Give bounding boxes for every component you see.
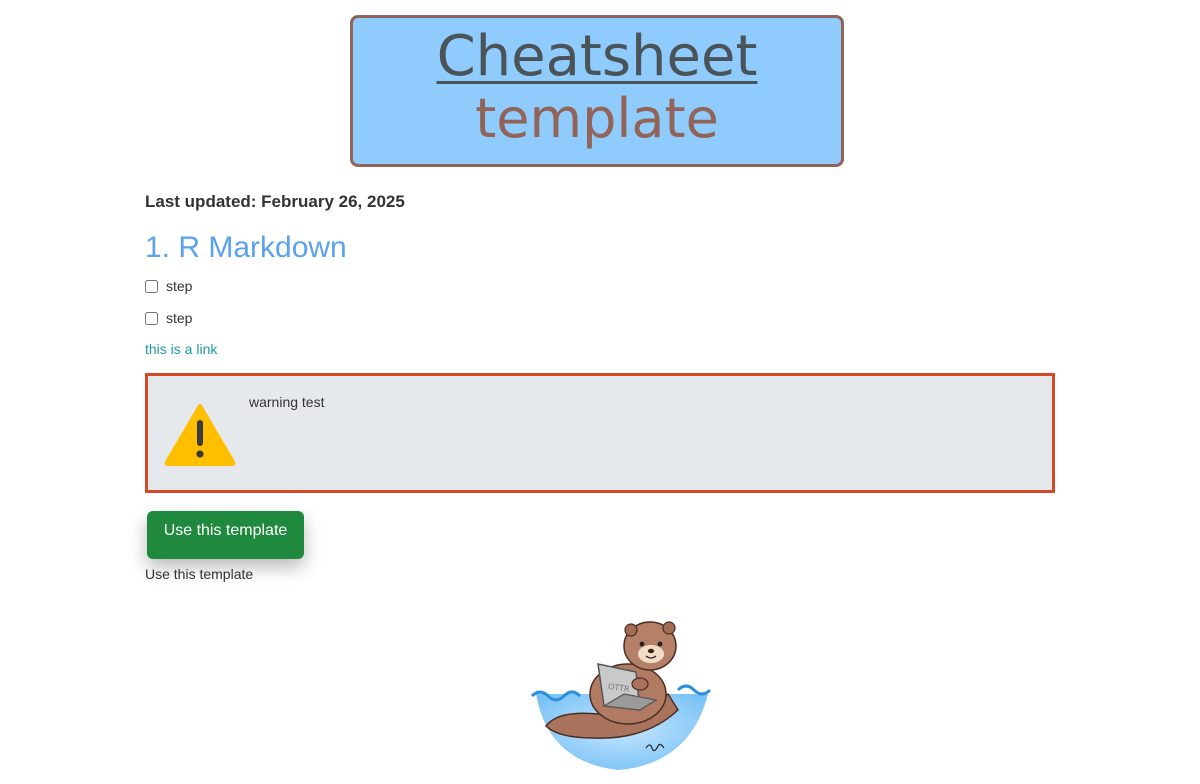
title-subtitle: template bbox=[475, 87, 719, 150]
example-link[interactable]: this is a link bbox=[145, 341, 217, 357]
otter-illustration: OTTR bbox=[530, 621, 712, 770]
warning-icon bbox=[164, 404, 236, 466]
step-checkbox-2[interactable] bbox=[145, 311, 158, 325]
warning-callout: warning test bbox=[145, 373, 1055, 493]
warning-text: warning test bbox=[249, 394, 325, 410]
section-heading: 1. R Markdown bbox=[145, 231, 347, 264]
step-label-2: step bbox=[166, 310, 193, 326]
step-label-1: step bbox=[166, 278, 193, 294]
use-template-caption: Use this template bbox=[145, 566, 254, 582]
use-template-button[interactable]: Use this template bbox=[147, 511, 304, 559]
page: Cheatsheet template Last updated: Februa… bbox=[0, 0, 1200, 784]
checklist-item-1[interactable]: step bbox=[145, 278, 192, 294]
title-banner: Cheatsheet template bbox=[350, 15, 844, 167]
title-link[interactable]: Cheatsheet bbox=[353, 26, 841, 88]
last-updated-text: Last updated: February 26, 2025 bbox=[145, 192, 405, 211]
step-checkbox-1[interactable] bbox=[145, 279, 158, 293]
checklist-item-2[interactable]: step bbox=[145, 310, 192, 326]
